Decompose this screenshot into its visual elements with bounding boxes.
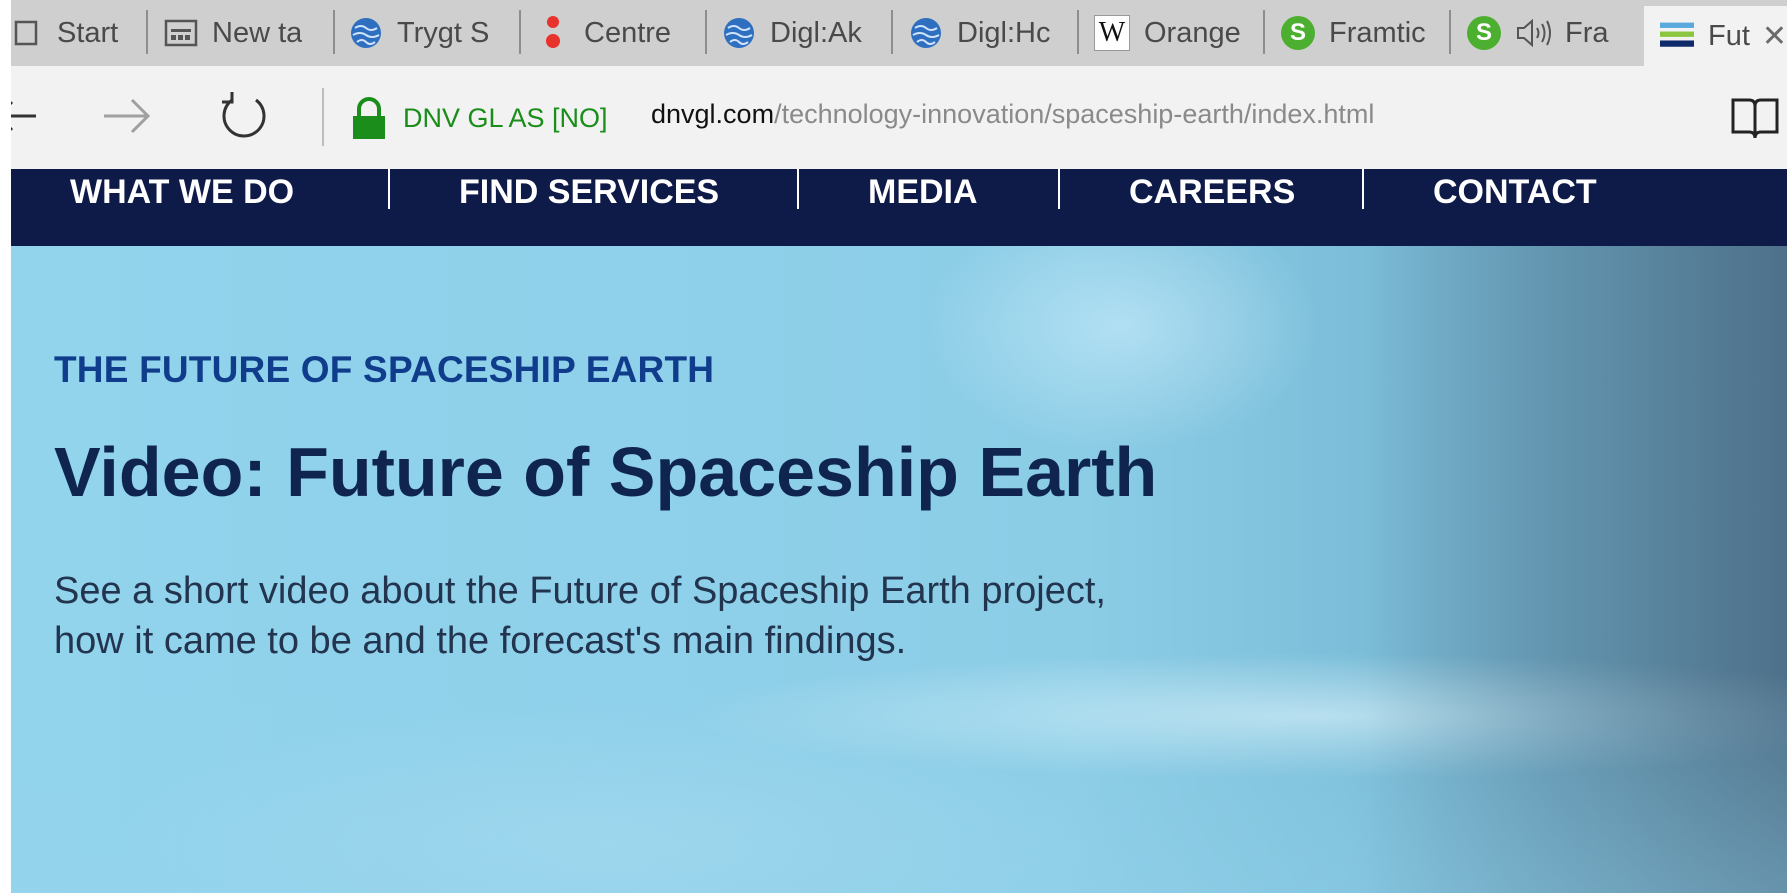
tab-framtic[interactable]: S Framtic	[1269, 8, 1447, 58]
tab-start[interactable]: Start	[11, 8, 131, 58]
nav-separator	[797, 169, 799, 209]
screen-edge	[0, 0, 11, 893]
tab-label: Fra	[1565, 16, 1609, 49]
globe-icon	[349, 16, 383, 50]
url-host: dnvgl.com	[651, 99, 775, 129]
tab-separator	[1449, 10, 1451, 54]
tab-new-tab[interactable]: New ta	[152, 8, 312, 58]
tab-label: Orange	[1144, 16, 1241, 49]
tab-separator	[519, 10, 521, 54]
refresh-button[interactable]	[214, 86, 274, 146]
reading-view-icon[interactable]	[1729, 92, 1781, 144]
nav-separator	[1058, 169, 1060, 209]
tab-label: Start	[57, 16, 119, 49]
green-s-letter: S	[1475, 19, 1492, 46]
nav-what-we-do[interactable]: WHAT WE DO	[70, 169, 294, 215]
tab-digl-hc[interactable]: Digl:Hc	[897, 8, 1069, 58]
lock-icon	[353, 97, 385, 139]
site-navigation: WHAT WE DO FIND SERVICES MEDIA CAREERS C…	[11, 169, 1787, 246]
tab-label: Framtic	[1329, 16, 1426, 49]
tab-label: Digl:Ak	[770, 16, 862, 49]
nav-contact[interactable]: CONTACT	[1433, 169, 1597, 215]
nav-separator	[1362, 169, 1364, 209]
browser-window: Start New ta Trygt S Centre Digl:Ak Digl…	[0, 0, 1787, 893]
hero-banner: THE FUTURE OF SPACESHIP EARTH Video: Fut…	[11, 246, 1787, 893]
speaker-icon[interactable]	[1515, 18, 1555, 48]
tab-label: Digl:Hc	[957, 16, 1051, 49]
green-s-icon: S	[1467, 16, 1501, 50]
hero-description-line: how it came to be and the forecast's mai…	[54, 620, 907, 662]
dnv-flag-icon	[1660, 19, 1694, 53]
tab-trygt[interactable]: Trygt S	[337, 8, 509, 58]
wikipedia-letter: W	[1098, 17, 1126, 48]
tab-separator	[146, 10, 148, 54]
tab-active-fut[interactable]: Fut ✕	[1644, 6, 1787, 66]
tab-separator	[1077, 10, 1079, 54]
green-s-letter: S	[1289, 19, 1306, 46]
red-dots-icon	[536, 16, 570, 50]
hero-description-line: See a short video about the Future of Sp…	[54, 570, 1106, 612]
page-icon	[11, 16, 43, 50]
wikipedia-icon: W	[1094, 15, 1130, 51]
nav-careers[interactable]: CAREERS	[1129, 169, 1295, 215]
refresh-icon	[222, 92, 266, 138]
tab-label: Trygt S	[397, 16, 490, 49]
hero-description: See a short video about the Future of Sp…	[54, 566, 1294, 666]
nav-separator	[388, 169, 390, 209]
tab-strip: Start New ta Trygt S Centre Digl:Ak Digl…	[11, 0, 1787, 66]
site-identity[interactable]: DNV GL AS [NO]	[349, 96, 608, 140]
forward-arrow-icon	[104, 98, 151, 134]
nav-find-services[interactable]: FIND SERVICES	[459, 169, 719, 215]
globe-icon	[909, 16, 943, 50]
tab-label: Fut	[1708, 19, 1750, 52]
tab-orange[interactable]: W Orange	[1082, 8, 1260, 58]
tab-separator	[891, 10, 893, 54]
nav-media[interactable]: MEDIA	[868, 169, 978, 215]
hero-background-glow	[11, 676, 1787, 893]
globe-icon	[722, 16, 756, 50]
browser-toolbar: DNV GL AS [NO] dnvgl.com/technology-inno…	[0, 66, 1787, 169]
close-icon[interactable]: ✕	[1762, 19, 1787, 54]
site-identity-label: DNV GL AS [NO]	[403, 102, 608, 133]
tab-separator	[1263, 10, 1265, 54]
green-s-icon: S	[1281, 16, 1315, 50]
tab-digl-ak[interactable]: Digl:Ak	[710, 8, 882, 58]
tab-centre[interactable]: Centre	[524, 8, 702, 58]
tab-label: New ta	[212, 16, 303, 49]
tab-fra-audio[interactable]: S Fra	[1455, 8, 1635, 58]
url-path: /technology-innovation/spaceship-earth/i…	[774, 99, 1375, 129]
tab-separator	[705, 10, 707, 54]
address-bar[interactable]: dnvgl.com/technology-innovation/spaceshi…	[651, 99, 1374, 130]
forward-button[interactable]	[97, 86, 157, 146]
new-tab-page-icon	[164, 16, 198, 50]
hero-eyebrow: THE FUTURE OF SPACESHIP EARTH	[54, 349, 715, 390]
toolbar-divider	[322, 88, 324, 146]
page-title: Video: Future of Spaceship Earth	[54, 433, 1158, 511]
tab-separator	[333, 10, 335, 54]
tab-label: Centre	[584, 16, 672, 49]
